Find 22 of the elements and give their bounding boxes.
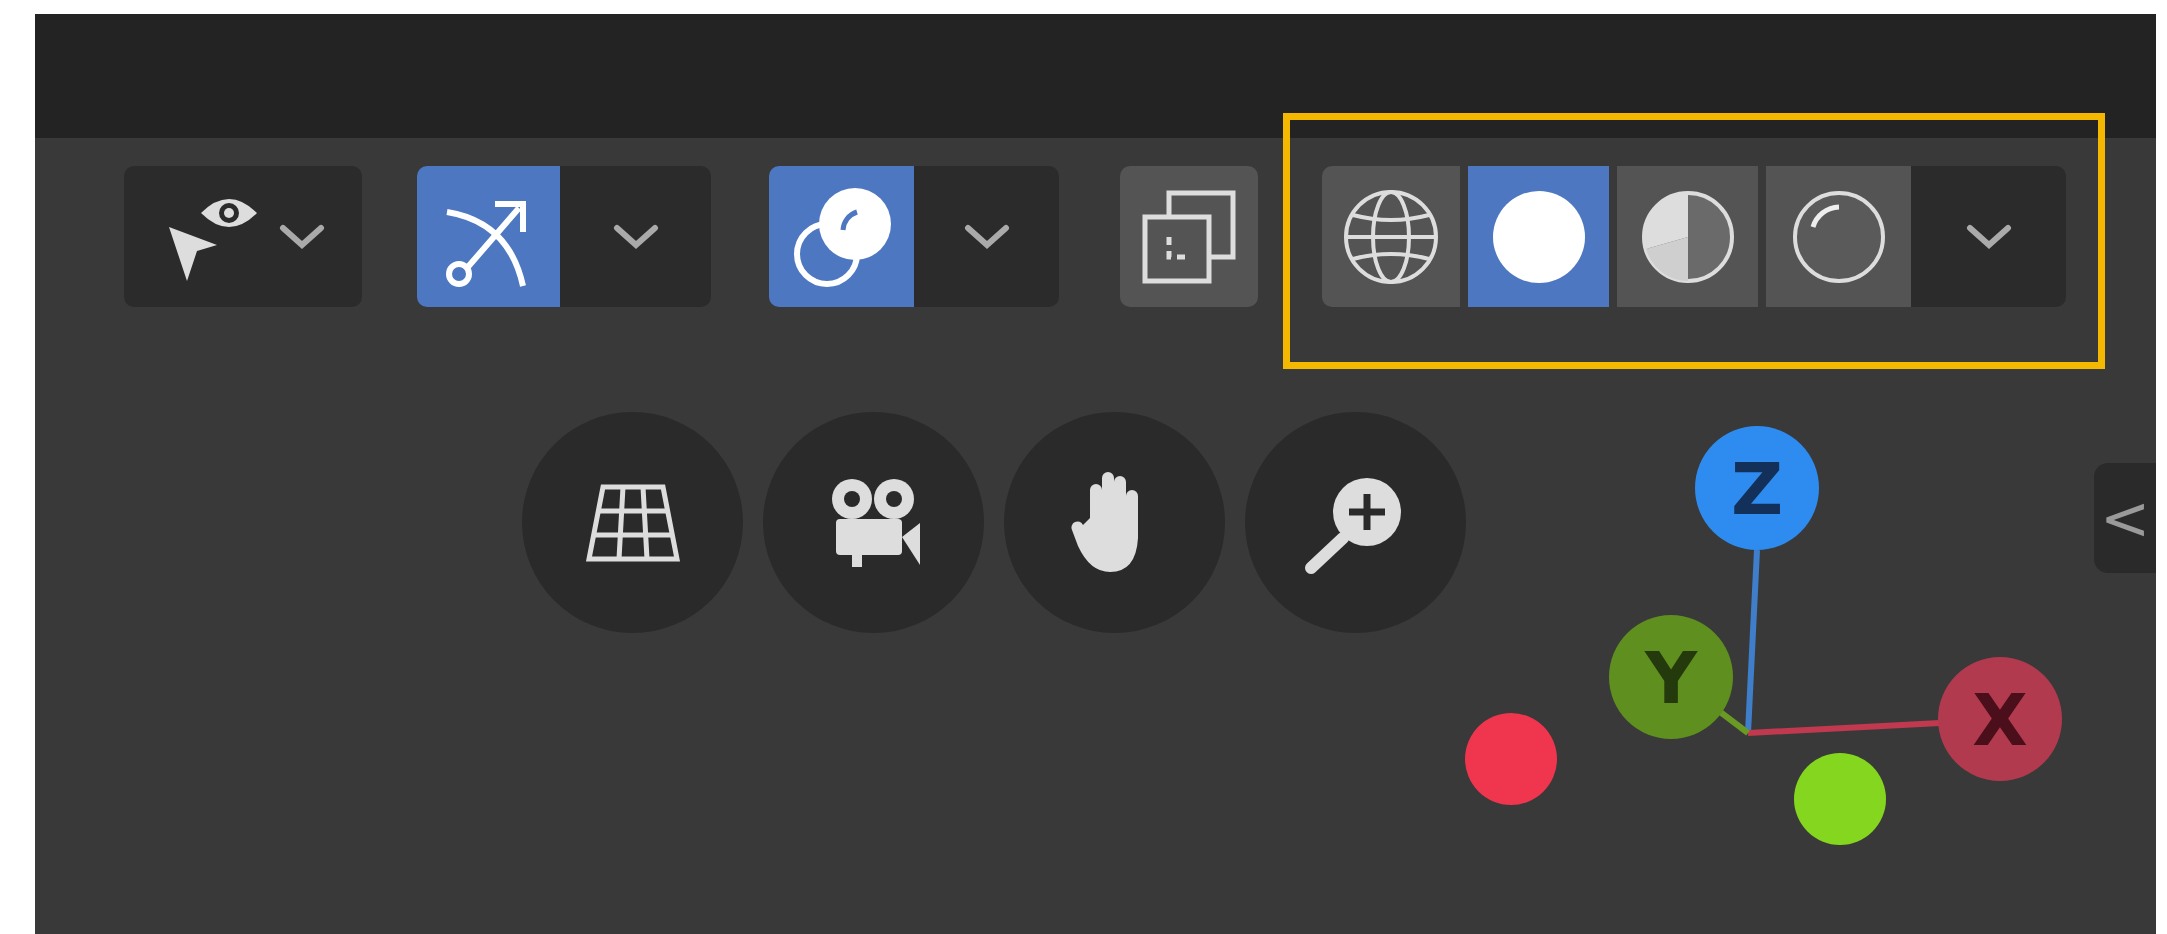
- axis-label: Z: [1730, 447, 1784, 531]
- axis-label: X: [1972, 678, 2028, 762]
- chevron-icon: [1965, 223, 2012, 250]
- axis-handle[interactable]: [1609, 615, 1733, 739]
- axis-label: Y: [1644, 636, 1698, 720]
- chevron-icon: [963, 223, 1010, 250]
- axis-handle[interactable]: [1695, 426, 1819, 550]
- chevron-icon: [279, 223, 325, 250]
- grid-icon: [584, 482, 681, 563]
- shading-mode-button[interactable]: [1468, 166, 1609, 307]
- axis-handle[interactable]: [1938, 657, 2062, 781]
- chevron-icon: [612, 223, 659, 250]
- xray-toggle[interactable]: [1120, 166, 1258, 307]
- shading-mode-button[interactable]: [1617, 166, 1758, 307]
- axis-handle[interactable]: [1794, 753, 1886, 845]
- overlay-toggle[interactable]: [769, 166, 914, 307]
- visibility-dropdown[interactable]: [124, 166, 362, 307]
- axis-handle[interactable]: [1465, 713, 1557, 805]
- shading-mode-button[interactable]: [1766, 166, 1911, 307]
- gizmo-toggle[interactable]: [417, 166, 560, 307]
- shading-mode-button[interactable]: [1322, 166, 1460, 307]
- sidebar-tab[interactable]: <: [2094, 463, 2156, 573]
